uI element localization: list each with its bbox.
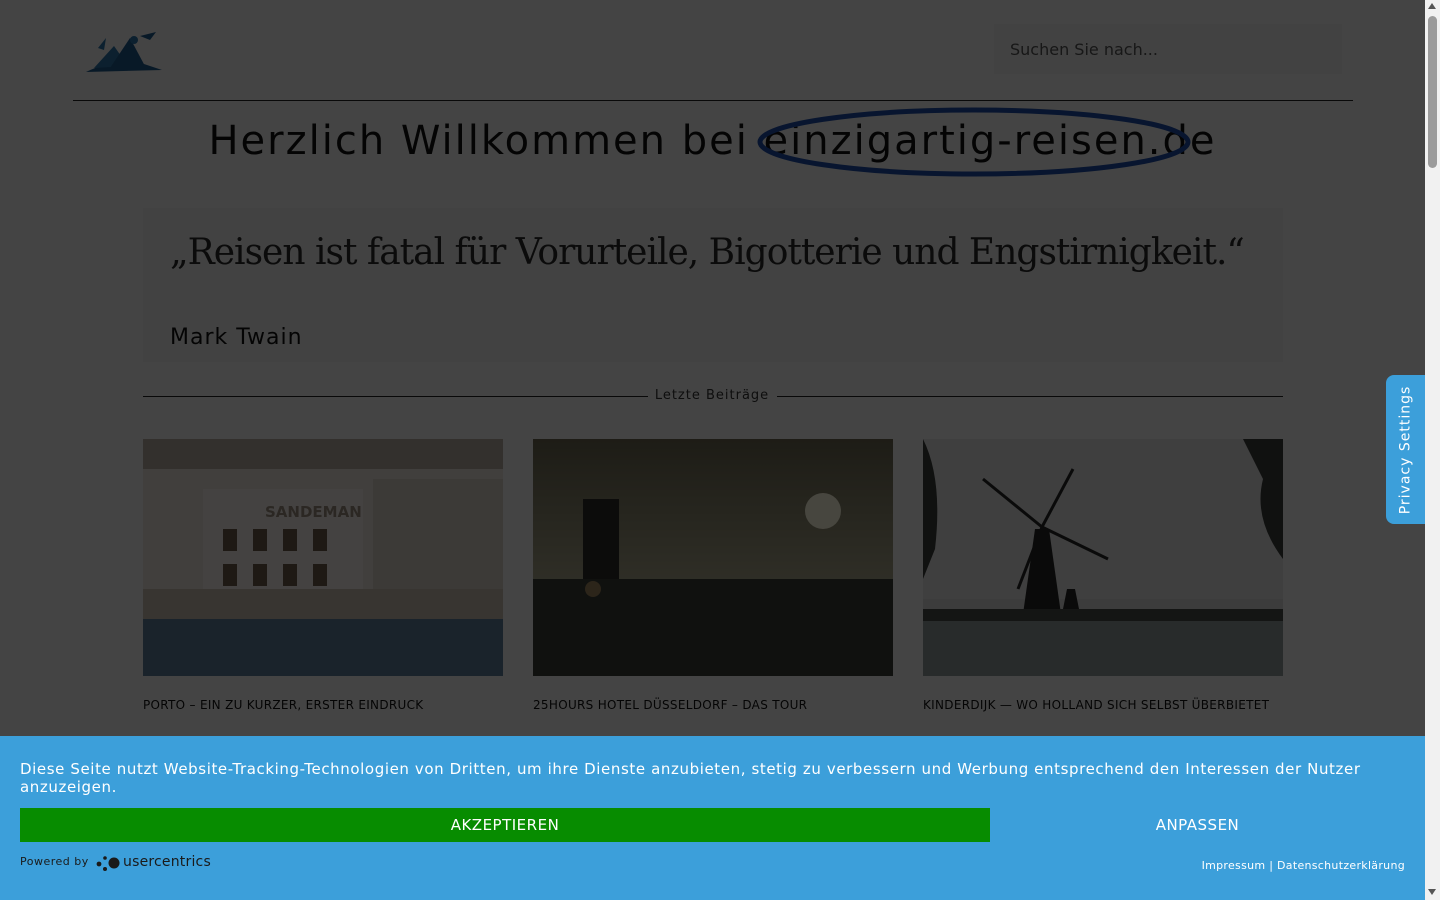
post-card[interactable]: KINDERDIJK — WO HOLLAND SICH SELBST ÜBER… <box>923 439 1283 712</box>
scroll-thumb[interactable] <box>1428 16 1437 168</box>
quote-author: Mark Twain <box>170 325 303 350</box>
post-image-porto[interactable]: SANDEMAN <box>143 439 503 676</box>
post-title[interactable]: 25HOURS HOTEL DÜSSELDORF – DAS TOUR <box>533 698 893 712</box>
welcome-site-name: einzigartig-reisen.de <box>757 107 1217 177</box>
usercentrics-logo[interactable]: usercentrics <box>95 850 211 874</box>
porto-sign-text: SANDEMAN <box>265 503 362 521</box>
usercentrics-name: usercentrics <box>123 854 211 870</box>
impressum-link[interactable]: Impressum <box>1202 859 1266 872</box>
cookie-message: Diese Seite nutzt Website-Tracking-Techn… <box>20 760 1361 796</box>
header-divider <box>73 100 1353 101</box>
datenschutz-link[interactable]: Datenschutzerklärung <box>1277 859 1405 872</box>
powered-by-label: Powered by <box>20 855 89 868</box>
page-content: Suchen Sie nach... Herzlich Willkommen b… <box>0 0 1425 900</box>
link-separator: | <box>1269 859 1274 872</box>
post-card[interactable]: SANDEMAN PORTO – EIN ZU KURZER, ERSTER E… <box>143 439 503 712</box>
vertical-scrollbar[interactable] <box>1425 0 1440 900</box>
welcome-heading: Herzlich Willkommen bei einzigartig-reis… <box>0 107 1425 177</box>
post-image-duesseldorf[interactable] <box>533 439 893 676</box>
cookie-footer-links: Impressum | Datenschutzerklärung <box>1202 859 1405 872</box>
section-divider-right <box>777 396 1283 397</box>
section-title: Letzte Beiträge <box>654 388 770 403</box>
post-image-kinderdijk[interactable] <box>923 439 1283 676</box>
privacy-settings-label: Privacy Settings <box>1397 385 1414 514</box>
circle-highlight-icon <box>757 107 1191 177</box>
privacy-settings-tab[interactable]: Privacy Settings <box>1386 375 1425 524</box>
site-logo[interactable] <box>84 28 164 74</box>
cookie-banner: Diese Seite nutzt Website-Tracking-Techn… <box>0 736 1425 900</box>
scroll-down-icon[interactable] <box>1428 889 1436 895</box>
post-card[interactable]: 25HOURS HOTEL DÜSSELDORF – DAS TOUR <box>533 439 893 712</box>
accept-button[interactable]: AKZEPTIEREN <box>20 808 990 842</box>
customize-button[interactable]: ANPASSEN <box>990 808 1405 842</box>
quote-text: „Reisen ist fatal für Vorurteile, Bigott… <box>170 232 1245 273</box>
quote-block: „Reisen ist fatal für Vorurteile, Bigott… <box>143 208 1283 362</box>
post-title[interactable]: PORTO – EIN ZU KURZER, ERSTER EINDRUCK <box>143 698 503 712</box>
scroll-up-icon[interactable] <box>1428 3 1436 9</box>
usercentrics-icon <box>96 856 120 871</box>
welcome-prefix: Herzlich Willkommen bei <box>208 118 749 164</box>
section-divider-left <box>143 396 648 397</box>
post-title[interactable]: KINDERDIJK — WO HOLLAND SICH SELBST ÜBER… <box>923 698 1283 712</box>
search-input[interactable]: Suchen Sie nach... <box>994 24 1342 74</box>
logo-graphic <box>86 32 162 72</box>
